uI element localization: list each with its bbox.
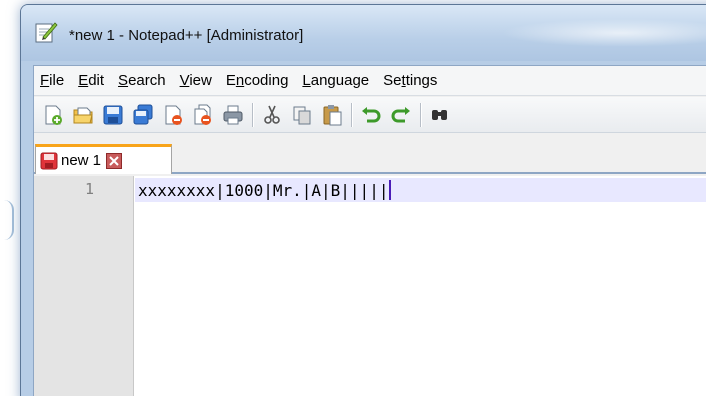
close-file-button[interactable] (160, 102, 186, 128)
print-button[interactable] (220, 102, 246, 128)
line-number: 1 (84, 180, 94, 198)
open-file-button[interactable] (70, 102, 96, 128)
new-file-icon (45, 105, 62, 125)
menu-encoding[interactable]: Encoding (226, 72, 289, 89)
undo-icon (362, 106, 381, 122)
code-line[interactable]: xxxxxxxx|1000|Mr.|A|B||||| (138, 180, 392, 200)
text-editor[interactable]: 1 xxxxxxxx|1000|Mr.|A|B||||| (34, 176, 706, 396)
title-bar-glow (501, 19, 706, 47)
close-all-icon (194, 104, 211, 125)
toolbar-separator (351, 102, 352, 127)
unsaved-file-icon (40, 152, 58, 169)
new-file-button[interactable] (40, 102, 66, 128)
cut-icon (264, 105, 280, 124)
find-icon (432, 109, 447, 120)
notepadpp-app-icon (35, 22, 58, 43)
save-icon (103, 105, 123, 124)
cut-button[interactable] (259, 102, 285, 128)
save-all-icon (133, 104, 153, 124)
toolbar-separator (252, 102, 253, 127)
save-button[interactable] (100, 102, 126, 128)
toolbar-separator (420, 102, 421, 127)
copy-button[interactable] (289, 102, 315, 128)
tab-strip: new 1 (34, 134, 706, 174)
menu-view[interactable]: View (180, 72, 212, 89)
client-area: File Edit Search View Encoding Language … (33, 65, 706, 396)
tab-new-1[interactable]: new 1 (35, 144, 172, 174)
menu-file[interactable]: File (40, 72, 64, 89)
menu-edit[interactable]: Edit (78, 72, 104, 89)
window-title: *new 1 - Notepad++ [Administrator] (69, 27, 304, 44)
notepadpp-window: *new 1 - Notepad++ [Administrator] File … (20, 4, 706, 396)
undo-button[interactable] (358, 102, 384, 128)
toolbar (34, 97, 706, 133)
close-all-button[interactable] (190, 102, 216, 128)
close-icon (165, 105, 182, 125)
find-button[interactable] (427, 102, 453, 128)
paste-icon (323, 104, 342, 125)
tab-close-icon[interactable] (106, 152, 123, 169)
redo-icon (391, 106, 410, 122)
print-icon (223, 105, 243, 124)
menu-bar: File Edit Search View Encoding Language … (34, 66, 706, 96)
title-bar: *new 1 - Notepad++ [Administrator] (21, 5, 706, 61)
connector-arrow (0, 200, 14, 240)
tab-label: new 1 (61, 152, 102, 169)
page-background (0, 0, 22, 396)
open-file-icon (73, 107, 93, 123)
line-number-gutter: 1 (34, 176, 134, 396)
save-all-button[interactable] (130, 102, 156, 128)
menu-language[interactable]: Language (302, 72, 369, 89)
redo-button[interactable] (388, 102, 414, 128)
code-line-text: xxxxxxxx|1000|Mr.|A|B||||| (138, 181, 389, 200)
text-caret (389, 180, 392, 200)
menu-settings[interactable]: Settings (383, 72, 437, 89)
copy-icon (293, 106, 311, 124)
paste-button[interactable] (319, 102, 345, 128)
menu-search[interactable]: Search (118, 72, 166, 89)
